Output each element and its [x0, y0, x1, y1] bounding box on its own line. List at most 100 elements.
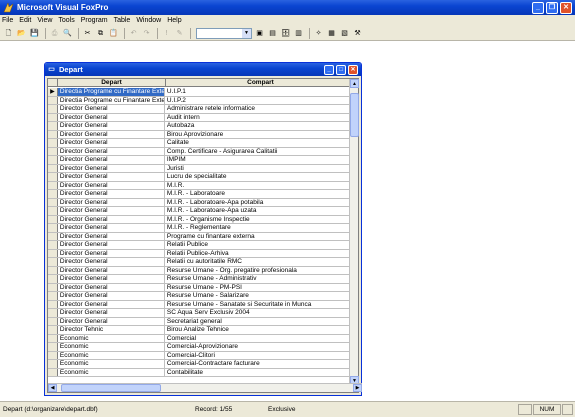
- record-selector[interactable]: [48, 224, 58, 232]
- scroll-right-icon[interactable]: ▶: [353, 384, 362, 392]
- table-row[interactable]: Economic Comercial-Contractare facturare: [48, 360, 353, 369]
- cut-icon[interactable]: ✂: [82, 28, 93, 39]
- table-row[interactable]: Director General Resurse Umane - Sanatate…: [48, 300, 353, 309]
- record-selector[interactable]: [48, 181, 58, 189]
- cell-depart[interactable]: Director General: [58, 130, 165, 138]
- code-references-icon[interactable]: ▦: [326, 28, 337, 39]
- cell-depart[interactable]: Economic: [58, 334, 165, 342]
- table-row[interactable]: Director General M.I.R. - Reglementare: [48, 224, 353, 233]
- cell-compart[interactable]: Contabilitate: [165, 368, 353, 376]
- cell-compart[interactable]: Relatii cu autoritatile RMC: [165, 258, 353, 266]
- cell-compart[interactable]: Comercial-Clitori: [165, 351, 353, 359]
- column-header-compart[interactable]: Compart: [166, 79, 356, 86]
- wizard-icon[interactable]: ✧: [313, 28, 324, 39]
- cell-compart[interactable]: Autobaza: [165, 122, 353, 130]
- menu-edit[interactable]: Edit: [19, 17, 31, 24]
- chevron-down-icon[interactable]: ▼: [242, 28, 251, 38]
- vertical-scroll-thumb[interactable]: [350, 93, 359, 137]
- run-icon[interactable]: !: [161, 28, 172, 39]
- cell-compart[interactable]: Programe cu finantare externa: [165, 232, 353, 240]
- record-selector[interactable]: [48, 113, 58, 121]
- table-row[interactable]: Economic Contabilitate: [48, 368, 353, 377]
- cell-depart[interactable]: Director General: [58, 198, 165, 206]
- cell-compart[interactable]: Resurse Umane - Sanatate si Securitate i…: [165, 300, 353, 308]
- minimize-button[interactable]: _: [532, 1, 544, 14]
- cell-depart[interactable]: Director General: [58, 249, 165, 257]
- menu-program[interactable]: Program: [81, 17, 108, 24]
- restore-button[interactable]: ❐: [546, 1, 558, 14]
- record-selector[interactable]: [48, 122, 58, 130]
- menu-window[interactable]: Window: [136, 17, 161, 24]
- record-selector[interactable]: [48, 292, 58, 300]
- cell-compart[interactable]: M.I.R. - Laboratoare: [165, 190, 353, 198]
- browse-grid[interactable]: Depart Compart ▶ Directia Programe cu Fin…: [47, 78, 362, 393]
- modify-form-icon[interactable]: ✎: [174, 28, 185, 39]
- table-row[interactable]: Director Tehnic Birou Analize Tehnice: [48, 326, 353, 335]
- record-selector[interactable]: [48, 300, 58, 308]
- table-row[interactable]: Director General M.I.R. - Laboratoare-Apa…: [48, 207, 353, 216]
- record-selector[interactable]: [48, 351, 58, 359]
- cell-compart[interactable]: Resurse Umane - Org. pregatire profesion…: [165, 266, 353, 274]
- paste-icon[interactable]: 📋: [108, 28, 119, 39]
- open-folder-icon[interactable]: 📂: [16, 28, 27, 39]
- menu-file[interactable]: File: [2, 17, 13, 24]
- cell-compart[interactable]: Resurse Umane - Administrativ: [165, 275, 353, 283]
- cell-depart[interactable]: Director General: [58, 181, 165, 189]
- cell-compart[interactable]: Resurse Umane - PM-PSI: [165, 283, 353, 291]
- cell-depart[interactable]: Director General: [58, 105, 165, 113]
- copy-icon[interactable]: ⧉: [95, 28, 106, 39]
- record-selector[interactable]: [48, 215, 58, 223]
- menu-help[interactable]: Help: [167, 17, 181, 24]
- child-minimize-button[interactable]: _: [324, 64, 334, 75]
- record-selector[interactable]: [48, 241, 58, 249]
- table-row[interactable]: Economic Comercial-Clitori: [48, 351, 353, 360]
- cell-compart[interactable]: Relatii Publice: [165, 241, 353, 249]
- cell-compart[interactable]: M.I.R. - Laboratoare-Apa potabila: [165, 198, 353, 206]
- cell-compart[interactable]: U.I.P.1: [165, 88, 353, 96]
- cell-compart[interactable]: Birou Aprovizionare: [165, 130, 353, 138]
- record-selector[interactable]: [48, 139, 58, 147]
- cell-depart[interactable]: Director General: [58, 139, 165, 147]
- table-row[interactable]: Director General Resurse Umane - Administ…: [48, 275, 353, 284]
- cell-compart[interactable]: Comercial-Contractare facturare: [165, 360, 353, 368]
- cell-depart[interactable]: Director General: [58, 113, 165, 121]
- cell-depart[interactable]: Director General: [58, 173, 165, 181]
- tools-icon[interactable]: ⚒: [352, 28, 363, 39]
- table-row[interactable]: Director General Relatii Publice-Arhiva: [48, 249, 353, 258]
- record-selector[interactable]: [48, 156, 58, 164]
- column-header-depart[interactable]: Depart: [58, 79, 166, 86]
- cell-depart[interactable]: Economic: [58, 368, 165, 376]
- table-row[interactable]: Director General M.I.R. - Laboratoare-Apa…: [48, 198, 353, 207]
- record-selector[interactable]: [48, 249, 58, 257]
- table-row[interactable]: Director General Birou Aprovizionare: [48, 130, 353, 139]
- cell-compart[interactable]: Birou Analize Tehnice: [165, 326, 353, 334]
- cell-depart[interactable]: Director General: [58, 224, 165, 232]
- cell-compart[interactable]: SC Aqua Serv Exclusiv 2004: [165, 309, 353, 317]
- cell-compart[interactable]: Secretariat general: [165, 317, 353, 325]
- data-session-icon[interactable]: ▤: [267, 28, 278, 39]
- record-selector[interactable]: [48, 275, 58, 283]
- table-row[interactable]: Director General IMPIM: [48, 156, 353, 165]
- child-close-button[interactable]: ✕: [348, 64, 358, 75]
- record-selector[interactable]: [48, 207, 58, 215]
- record-selector[interactable]: [48, 258, 58, 266]
- record-selector[interactable]: [48, 164, 58, 172]
- cell-depart[interactable]: Director General: [58, 215, 165, 223]
- cell-compart[interactable]: U.I.P.2: [165, 96, 353, 104]
- cell-compart[interactable]: Juristi: [165, 164, 353, 172]
- cell-depart[interactable]: Director General: [58, 232, 165, 240]
- record-selector[interactable]: [48, 309, 58, 317]
- cell-depart[interactable]: Director General: [58, 300, 165, 308]
- table-row[interactable]: Director General Resurse Umane - PM-PSI: [48, 283, 353, 292]
- report-icon[interactable]: ▥: [293, 28, 304, 39]
- toolbox-icon[interactable]: ▧: [339, 28, 350, 39]
- horizontal-scroll-thumb[interactable]: [61, 384, 161, 392]
- save-icon[interactable]: 💾: [29, 28, 40, 39]
- record-selector[interactable]: [48, 198, 58, 206]
- cell-compart[interactable]: Lucru de specialitate: [165, 173, 353, 181]
- cell-depart[interactable]: Director General: [58, 266, 165, 274]
- cell-compart[interactable]: Comp. Certificare - Asigurarea Calitatii: [165, 147, 353, 155]
- table-row[interactable]: Director General Autobaza: [48, 122, 353, 131]
- child-maximize-button[interactable]: □: [336, 64, 346, 75]
- record-selector[interactable]: [48, 96, 58, 104]
